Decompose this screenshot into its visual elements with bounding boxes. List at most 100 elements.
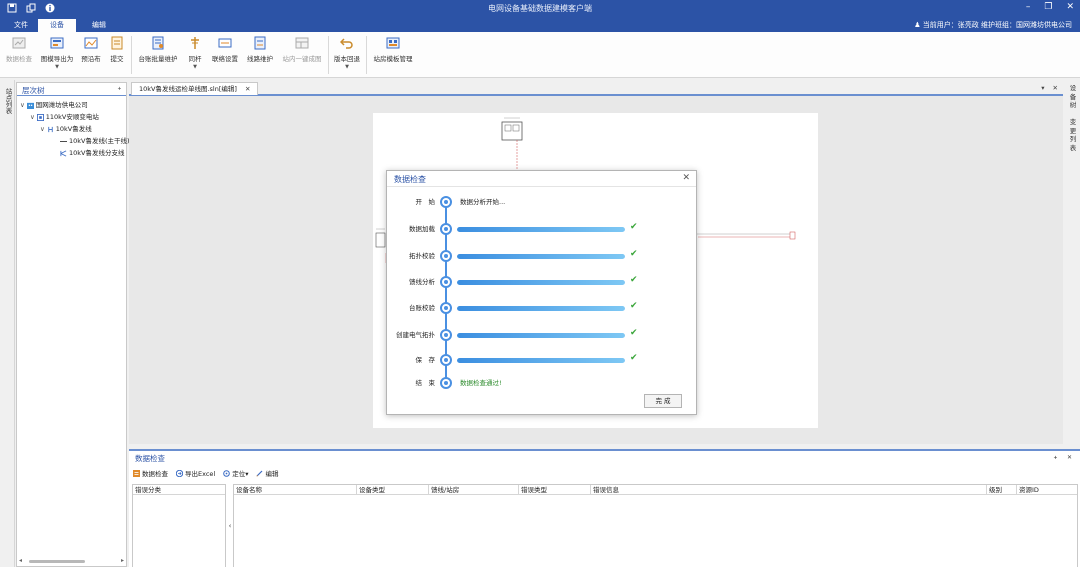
pin-icon[interactable]: ᚐ xyxy=(1054,454,1057,461)
pin-icon[interactable]: ᚐ xyxy=(118,85,121,92)
diagram-icon xyxy=(295,37,309,49)
tree-title: 层次树 xyxy=(22,86,45,95)
expand-icon[interactable]: ∨ xyxy=(30,113,35,121)
step-label: 台账校验 xyxy=(409,304,435,312)
chevron-down-icon: ▼ xyxy=(55,64,59,70)
change-list-char: 表 xyxy=(1069,143,1077,152)
ribbon-tab-bar: 文件 设备 编辑 ♟ 当前用户：张亮政 维护班组：国网潍坊供电公司 xyxy=(0,18,1080,32)
tree-node-label: 10kV鲁发线(主干线) xyxy=(69,137,130,145)
scroll-left-icon[interactable]: ◂ xyxy=(19,557,22,564)
check-icon: ✔ xyxy=(630,328,638,338)
station-list-tab[interactable]: 站点列表 xyxy=(3,88,12,114)
tree-node-label: 国网潍坊供电公司 xyxy=(35,101,88,109)
tree-node-substation[interactable]: ∨ 110kV安顺变电站 xyxy=(30,111,99,121)
change-list-tab[interactable]: 变 更 列 表 xyxy=(1069,118,1077,152)
tab-device[interactable]: 设备 xyxy=(38,19,76,32)
column-header-device-name[interactable]: 设备名称 xyxy=(234,485,356,495)
column-header-feeder[interactable]: 馈线/站房 xyxy=(428,485,518,495)
close-icon[interactable]: ✕ xyxy=(245,85,250,93)
dialog-title: 数据检查 xyxy=(394,175,426,184)
panel-controls: ᚐ ✕ xyxy=(1054,454,1072,461)
title-bar: 电网设备基础数据建模客户端 – ❐ ✕ xyxy=(0,0,1080,18)
change-list-char: 变 xyxy=(1069,118,1077,126)
left-side-strip: 站点列表 xyxy=(0,80,15,567)
step-topology-check: 拓扑校验 ✔ xyxy=(387,249,696,262)
progress-fill xyxy=(457,254,625,259)
column-header-error-type[interactable]: 错误类型 xyxy=(518,485,590,495)
device-tree-tab[interactable]: 设 备 树 xyxy=(1069,84,1077,110)
export-excel-button[interactable]: 导出Excel xyxy=(176,468,215,478)
run-data-check-button[interactable]: 数据检查 xyxy=(133,468,168,478)
version-rollback-button[interactable]: 版本回退 ▼ xyxy=(332,36,362,70)
error-grid-header: 设备名称 设备类型 馈线/站房 错误类型 错误信息 级别 资源ID xyxy=(234,485,1077,495)
minimize-button[interactable]: – xyxy=(1026,2,1031,12)
app-title: 电网设备基础数据建模客户端 xyxy=(488,4,592,13)
submit-button[interactable]: 提交 xyxy=(108,36,126,63)
step-label: 创建电气拓扑 xyxy=(396,331,435,339)
edit-button[interactable]: 编辑 xyxy=(256,468,278,478)
locate-button[interactable]: 定位▾ xyxy=(223,468,248,478)
branch-line-icon xyxy=(60,149,67,157)
same-pole-label: 同杆 xyxy=(188,55,202,63)
tree-node-company[interactable]: ∨ 国网潍坊供电公司 xyxy=(20,99,88,109)
submit-label: 提交 xyxy=(110,55,124,63)
column-header-resource-id[interactable]: 资源ID xyxy=(1016,485,1077,495)
progress-fill xyxy=(457,333,625,338)
station-template-button[interactable]: 站房模板管理 xyxy=(371,36,415,63)
data-check-button[interactable]: 数据检查 xyxy=(5,36,33,63)
change-list-char: 列 xyxy=(1069,135,1077,143)
line-maintenance-label: 线路维护 xyxy=(247,55,273,63)
preview-button[interactable]: 预沿布 xyxy=(80,36,102,63)
station-diagram-label: 站内一键成图 xyxy=(282,55,322,63)
timeline-node-icon xyxy=(440,354,452,366)
step-progress-bar xyxy=(457,306,625,311)
close-icon[interactable]: ✕ xyxy=(682,173,690,183)
column-header-level[interactable]: 级别 xyxy=(986,485,1016,495)
tree-node-main-line[interactable]: 10kV鲁发线(主干线) xyxy=(60,135,130,145)
document-tab[interactable]: 10kV鲁发线运检单线图.sln[编辑] ✕ xyxy=(131,82,259,95)
contact-setting-button[interactable]: 联络设置 xyxy=(210,36,240,63)
document-controls: ▾ ✕ xyxy=(1041,84,1058,92)
step-label: 数据加载 xyxy=(409,225,435,233)
step-progress-bar xyxy=(457,227,625,232)
done-button[interactable]: 完 成 xyxy=(644,394,682,408)
data-check-label: 数据检查 xyxy=(6,55,32,63)
step-progress-bar xyxy=(457,358,625,363)
close-icon[interactable]: ✕ xyxy=(1053,84,1058,92)
step-end: 结 束 数据检查通过! xyxy=(387,376,696,389)
progress-fill xyxy=(457,306,625,311)
column-header-error-info[interactable]: 错误信息 xyxy=(590,485,986,495)
station-diagram-button[interactable]: 站内一键成图 xyxy=(280,36,324,63)
same-pole-button[interactable]: 同杆 ▼ xyxy=(185,36,205,70)
line-maintenance-button[interactable]: 线路维护 xyxy=(245,36,275,63)
scrollbar-thumb[interactable] xyxy=(29,560,85,563)
close-button[interactable]: ✕ xyxy=(1066,2,1074,12)
scroll-right-icon[interactable]: ▸ xyxy=(121,557,124,564)
tree-node-feeder[interactable]: ∨ 10kV鲁发线 xyxy=(40,123,92,133)
tab-edit[interactable]: 编辑 xyxy=(80,19,118,32)
export-as-button[interactable]: 图模导出为 ▼ xyxy=(38,36,76,70)
tab-file[interactable]: 文件 xyxy=(2,19,40,32)
tree-node-branch-line[interactable]: 10kV鲁发线分支线 xyxy=(60,147,124,157)
ledger-batch-label: 台账批量维护 xyxy=(138,55,178,63)
ledger-batch-button[interactable]: 台账批量维护 xyxy=(136,36,180,63)
restore-button[interactable]: ❐ xyxy=(1044,2,1052,12)
tree-horizontal-scrollbar[interactable]: ◂ ▸ xyxy=(19,557,124,564)
edit-icon xyxy=(256,470,263,476)
tab-list-dropdown[interactable]: ▾ xyxy=(1041,84,1044,92)
ribbon-separator xyxy=(131,36,132,74)
expand-icon[interactable]: ∨ xyxy=(20,101,25,109)
user-info-text: 当前用户：张亮政 维护班组：国网潍坊供电公司 xyxy=(922,21,1072,29)
hierarchy-tree-panel: 层次树 ᚐ ∨ 国网潍坊供电公司 ∨ 110kV安顺变电站 ∨ 10kV鲁发线 10k… xyxy=(16,82,130,567)
step-label: 开 始 xyxy=(415,198,436,206)
tree-node-label: 10kV鲁发线分支线 xyxy=(69,149,125,157)
column-header-device-type[interactable]: 设备类型 xyxy=(356,485,428,495)
main-line-icon xyxy=(60,140,67,142)
company-icon xyxy=(26,102,34,109)
ribbon: 数据检查 图模导出为 ▼ 预沿布 提交 台账批量维护 同杆 ▼ 联络设置 线路维… xyxy=(0,32,1080,78)
tree-node-label: 110kV安顺变电站 xyxy=(45,113,99,121)
expand-icon[interactable]: ∨ xyxy=(40,125,45,133)
pole-icon xyxy=(191,37,199,49)
ledger-icon xyxy=(152,36,164,50)
close-icon[interactable]: ✕ xyxy=(1067,454,1072,461)
